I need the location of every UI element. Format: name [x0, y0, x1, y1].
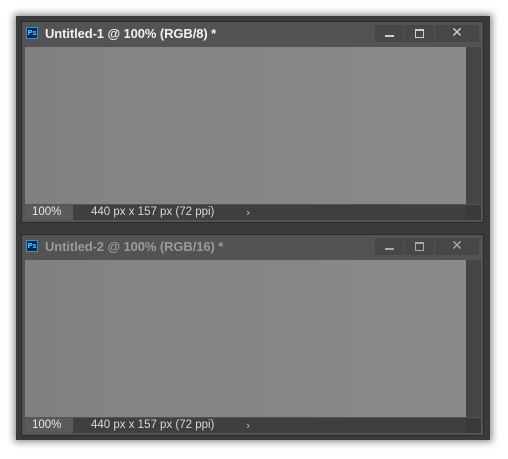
minimize-icon [385, 248, 394, 250]
close-icon: ✕ [451, 238, 463, 254]
photoshop-icon: Ps [26, 240, 38, 252]
minimize-icon [385, 35, 394, 37]
maximize-icon [415, 242, 424, 251]
status-menu-arrow-icon[interactable]: › [246, 205, 250, 220]
maximize-button[interactable] [405, 25, 434, 42]
document-title: Untitled-2 @ 100% (RGB/16) * [45, 239, 224, 254]
resize-corner[interactable] [466, 205, 481, 220]
vertical-scrollbar[interactable] [466, 260, 481, 417]
document-titlebar[interactable]: Ps Untitled-2 @ 100% (RGB/16) * ✕ [22, 235, 483, 259]
minimize-button[interactable] [375, 238, 404, 255]
document-title: Untitled-1 @ 100% (RGB/8) * [45, 26, 217, 41]
document-info: 440 px x 157 px (72 ppi) [91, 419, 215, 431]
close-icon: ✕ [451, 25, 463, 41]
maximize-button[interactable] [405, 238, 434, 255]
document-info: 440 px x 157 px (72 ppi) [91, 206, 215, 218]
vertical-scrollbar[interactable] [466, 47, 481, 204]
status-menu-arrow-icon[interactable]: › [246, 418, 250, 433]
zoom-level-field[interactable]: 100% [25, 205, 73, 220]
status-bar: 100% 440 px x 157 px (72 ppi) › [25, 418, 481, 433]
window-controls: ✕ [374, 25, 479, 42]
window-controls: ✕ [374, 238, 479, 255]
zoom-level-field[interactable]: 100% [25, 418, 73, 433]
resize-corner[interactable] [466, 418, 481, 433]
document-window-1[interactable]: Ps Untitled-1 @ 100% (RGB/8) * ✕ 100% 44… [21, 21, 484, 223]
minimize-button[interactable] [375, 25, 404, 42]
document-window-2[interactable]: Ps Untitled-2 @ 100% (RGB/16) * ✕ 100% 4… [21, 234, 484, 436]
document-canvas[interactable] [25, 47, 466, 204]
maximize-icon [415, 29, 424, 38]
close-button[interactable]: ✕ [435, 25, 479, 42]
photoshop-icon: Ps [26, 27, 38, 39]
document-titlebar[interactable]: Ps Untitled-1 @ 100% (RGB/8) * ✕ [22, 22, 483, 46]
document-canvas[interactable] [25, 260, 466, 417]
close-button[interactable]: ✕ [435, 238, 479, 255]
status-bar: 100% 440 px x 157 px (72 ppi) › [25, 205, 481, 220]
